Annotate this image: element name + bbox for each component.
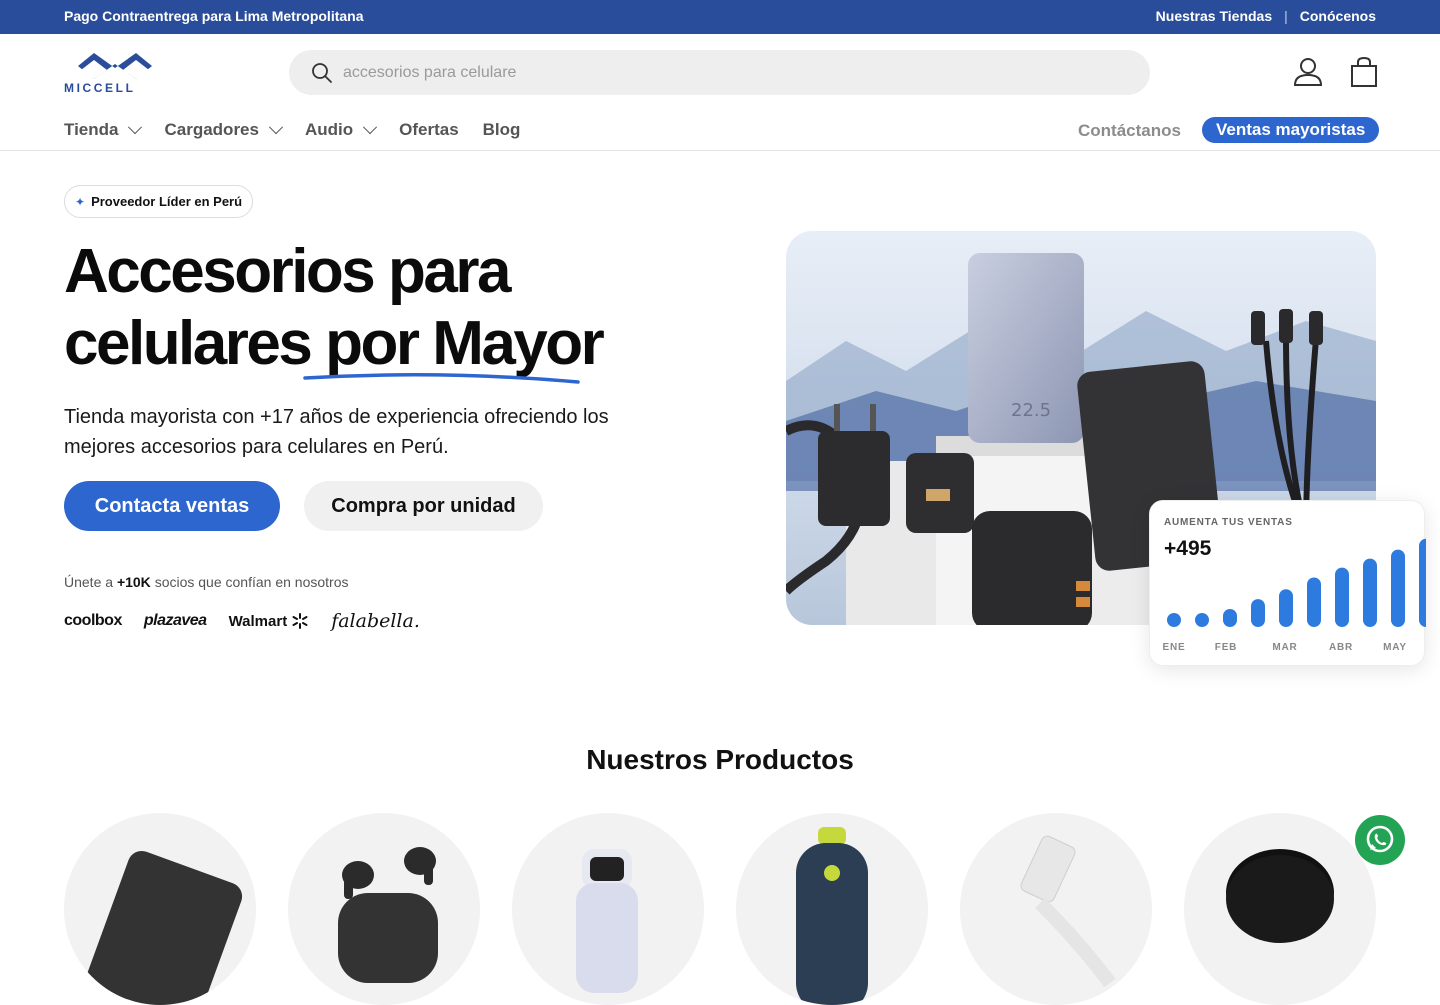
nav-item-audio[interactable]: Audio [304,120,378,140]
search-bar[interactable] [289,50,1150,95]
account-icon[interactable] [1292,56,1324,88]
contact-link[interactable]: Contáctanos [1078,121,1181,141]
nav-item-ofertas[interactable]: Ofertas [399,120,459,140]
sales-bar-chart: ENE FEB MAR ABR MAY [1163,538,1426,653]
chart-x-label: MAY [1383,642,1407,653]
separator: | [1284,8,1288,24]
chart-bar [1335,567,1349,627]
power-bank-image [85,850,243,1005]
walmart-text: Walmart [228,612,288,630]
chart-x-label: ENE [1163,642,1186,653]
chart-bar [1279,589,1293,627]
falabella-logo: falabella. [331,610,420,632]
nav-label: Cargadores [164,120,259,139]
chart-bar [1167,613,1181,627]
logo-text: MICCELL [64,81,136,94]
nav-label: Blog [482,120,521,139]
nav-label: Tienda [64,120,119,139]
contact-sales-button[interactable]: Contacta ventas [64,481,280,531]
badge-text: Proveedor Líder en Perú [91,194,243,209]
leader-badge: ✦ Proveedor Líder en Perú [64,185,254,218]
join-prefix: Únete a [64,574,114,590]
site-header: MICCELL Tienda Cargadores Audio Ofertas [0,34,1440,151]
join-suffix: socios que confían en nosotros [154,574,349,590]
chart-bar [1363,558,1377,627]
nav-item-cargadores[interactable]: Cargadores [164,120,284,140]
category-speaker[interactable] [736,813,928,1005]
walmart-spark-icon [292,613,308,629]
whatsapp-icon [1366,825,1394,853]
chart-bar [1307,577,1321,627]
chart-x-label: ABR [1329,642,1353,653]
partner-logos: coolbox plazavea Walmart falabella. [64,610,420,632]
announcement-bar: Pago Contraentrega para Lima Metropolita… [0,0,1440,34]
join-count: +10K [116,574,151,590]
category-power-bank[interactable] [64,813,256,1005]
products-title: Nuestros Productos [586,744,854,775]
partners-text: Únete a +10K socios que confían en nosot… [64,574,348,590]
cart-icon[interactable] [1350,56,1378,88]
chart-x-label: FEB [1215,642,1237,653]
topbar-links: Nuestras Tiendas | Conócenos [1156,8,1376,24]
logo[interactable]: MICCELL [64,50,166,95]
category-earbuds[interactable] [288,813,480,1005]
nav-label: Ofertas [399,120,459,139]
search-icon [312,63,332,83]
wholesale-button[interactable]: Ventas mayoristas [1202,117,1380,143]
chart-bar [1223,609,1237,627]
logo-mark: MICCELL [64,53,152,95]
title-underline [303,373,580,384]
nav-item-blog[interactable]: Blog [483,120,521,140]
sales-stats-card: AUMENTA TUS VENTAS +495 ENE FEB MAR ABR MAY [1149,500,1426,666]
chart-bar [1195,613,1209,627]
chevron-down-icon [363,120,378,135]
chevron-down-icon [268,120,284,135]
category-carousel [64,813,1376,1005]
plazavea-logo: plazavea [143,612,207,629]
usb-cable-image [1020,835,1116,988]
hero-title: Accesorios para celulares por Mayor [64,236,704,380]
hero-title-word: celulares [64,309,313,378]
earbuds-image [338,847,438,983]
search-input[interactable] [343,50,1123,95]
nav-label: Audio [304,120,354,139]
hero-title-line1: Accesorios para [64,237,511,306]
hero-description: Tienda mayorista con +17 años de experie… [64,406,609,458]
sparkle-icon: ✦ [75,194,86,209]
promo-text: Pago Contraentrega para Lima Metropolita… [64,8,364,24]
buy-single-button[interactable]: Compra por unidad [304,481,543,531]
stores-link[interactable]: Nuestras Tiendas [1156,8,1272,24]
chart-x-label: MAR [1272,642,1297,653]
chart-bar [1391,549,1405,627]
walmart-logo: Walmart [229,612,310,630]
nav-item-tienda[interactable]: Tienda [64,120,143,140]
main-nav: Tienda Cargadores Audio Ofertas Blog [64,120,520,140]
about-link[interactable]: Conócenos [1300,8,1376,24]
chart-bar [1419,538,1426,627]
wireless-charger-image [1226,849,1334,943]
chevron-down-icon [128,120,143,135]
whatsapp-button[interactable] [1355,815,1405,865]
speaker-image [796,827,868,1005]
category-usb-cable[interactable] [960,813,1152,1005]
svg-text:22.5: 22.5 [1011,400,1051,421]
coolbox-logo: coolbox [64,612,122,629]
chart-bar [1251,599,1265,627]
category-smartwatch[interactable] [512,813,704,1005]
smartwatch-image [576,849,638,993]
category-wireless-charger[interactable] [1184,813,1376,1005]
